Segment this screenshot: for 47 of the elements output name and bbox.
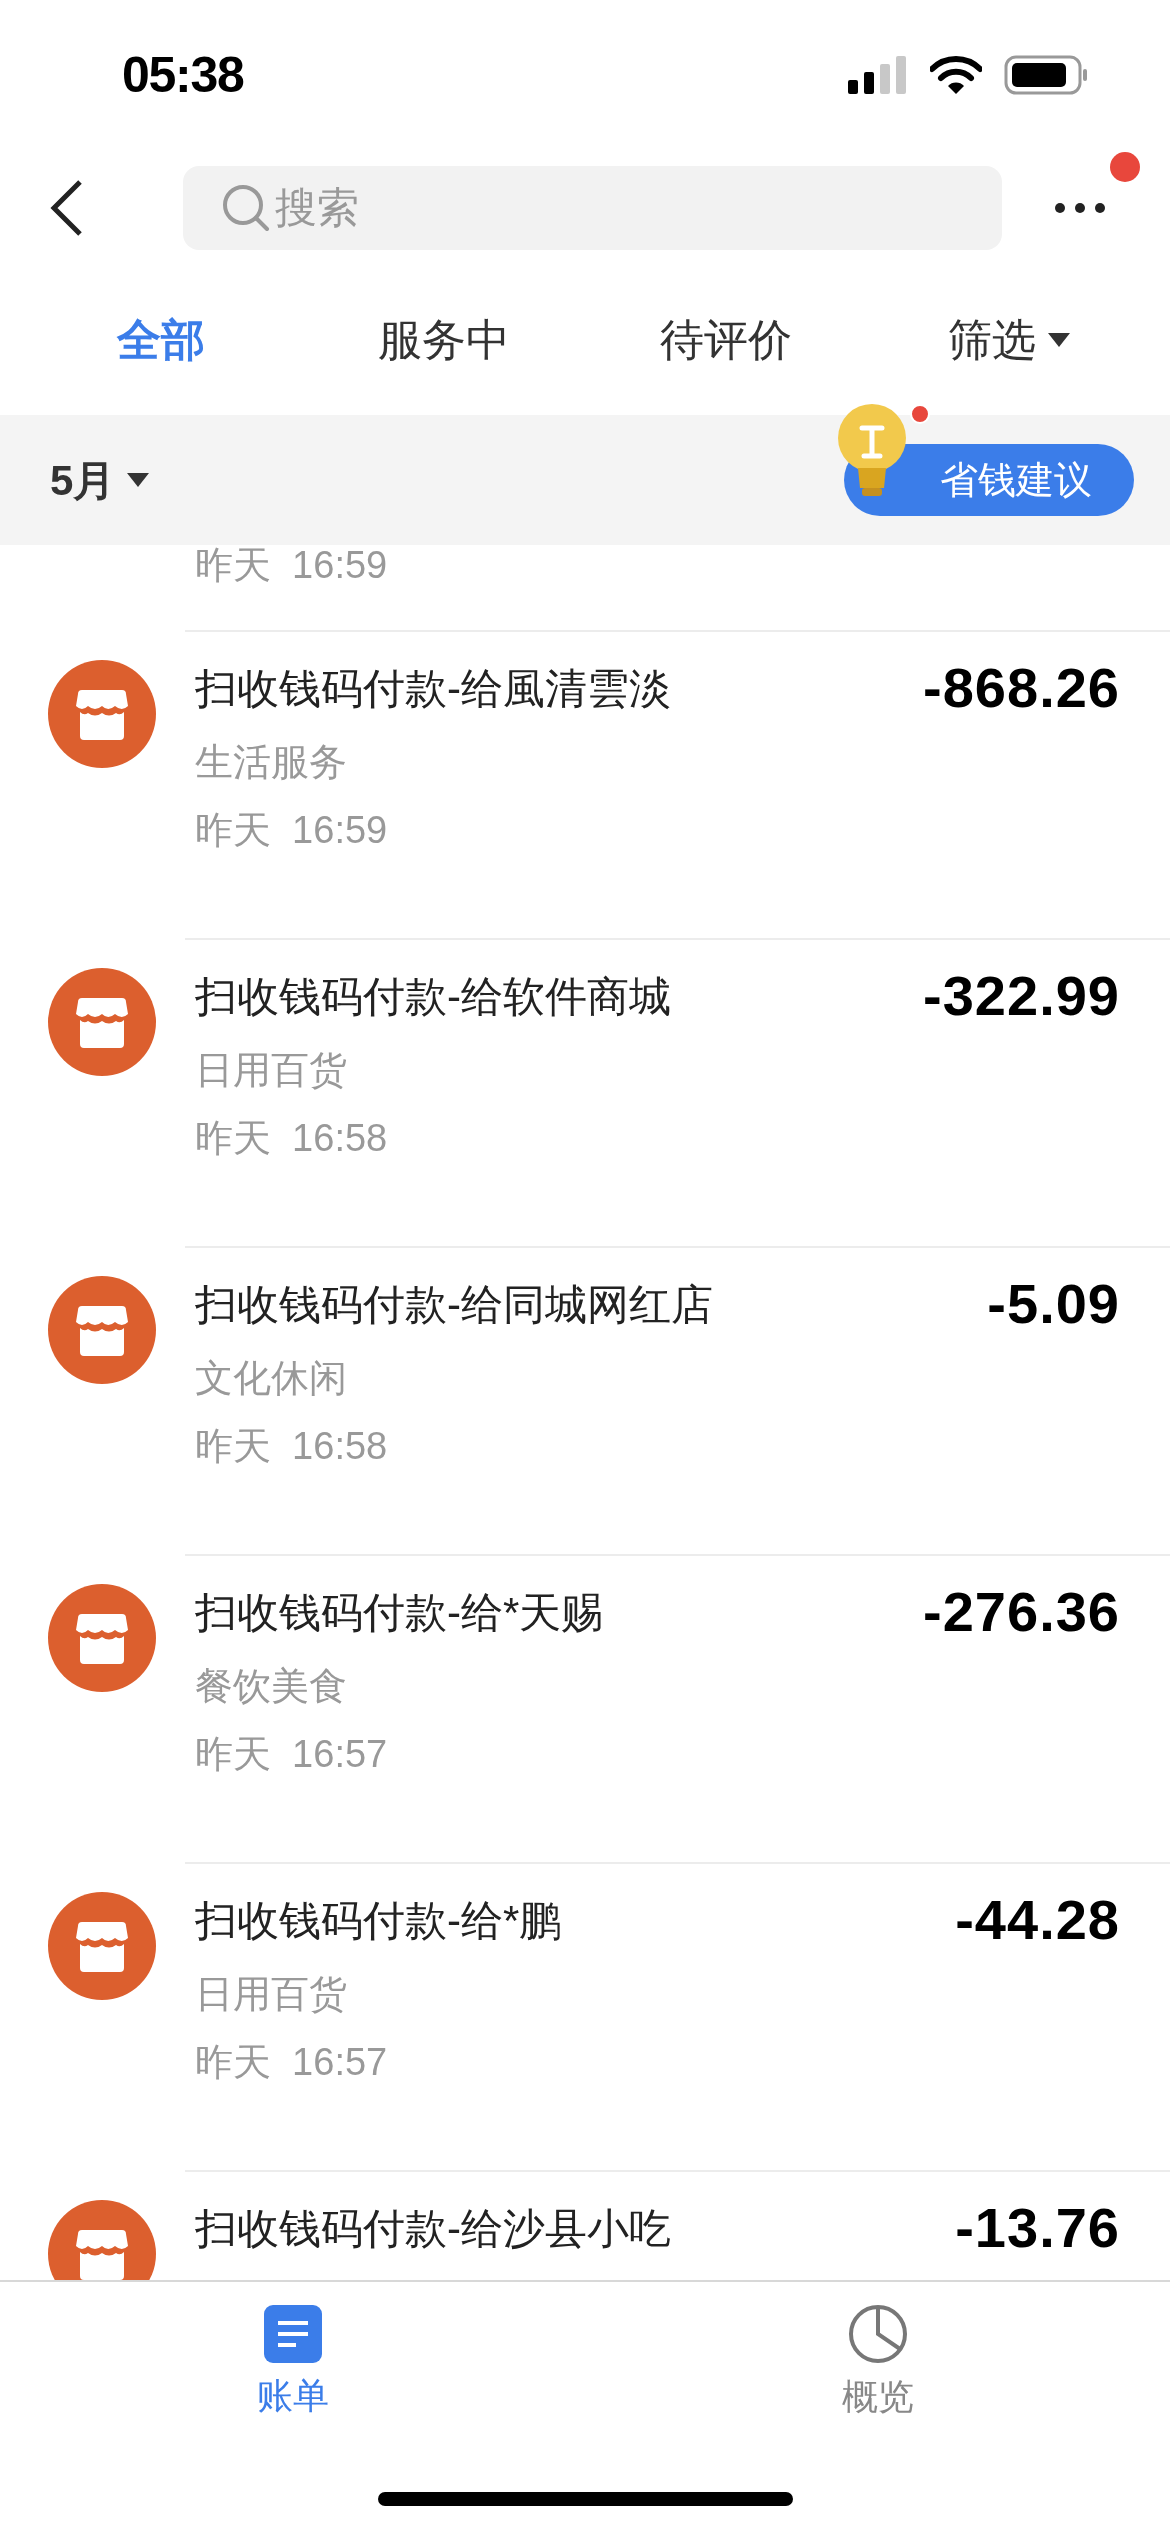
filter-dropdown[interactable]: 筛选	[867, 307, 1150, 373]
transaction-title: 扫收钱码付款-给*天赐	[195, 1587, 604, 1638]
transaction-category: 日用百货	[195, 1972, 347, 2017]
bottom-tab[interactable]: 概览	[585, 2282, 1170, 2432]
store-icon	[48, 1276, 156, 1384]
back-icon	[48, 177, 84, 238]
transaction-amount: -13.76	[955, 2195, 1120, 2261]
month-dropdown[interactable]: 5月	[50, 448, 150, 512]
transaction-amount: -868.26	[923, 655, 1120, 721]
savings-tips-button[interactable]: 省钱建议	[844, 444, 1134, 516]
store-icon	[48, 1892, 156, 2000]
bottom-tab[interactable]: 账单	[0, 2282, 585, 2432]
transaction-category: 餐饮美食	[195, 1664, 347, 1709]
store-icon	[48, 968, 156, 1076]
transaction-title: 扫收钱码付款-给風清雲淡	[195, 663, 671, 714]
transaction-time: 昨天 16:58	[195, 1424, 388, 1469]
caret-icon	[1047, 333, 1070, 347]
more-icon	[1054, 201, 1106, 214]
store-icon	[48, 1584, 156, 1692]
status-time: 05:38	[122, 45, 244, 105]
transaction-amount: -44.28	[955, 1887, 1120, 1953]
transaction-title: 扫收钱码付款-给沙县小吃	[195, 2203, 671, 2254]
search-field[interactable]: 搜索	[183, 165, 1002, 250]
transaction-time: 昨天 16:59	[195, 808, 388, 853]
transaction-category: 日用百货	[195, 1048, 347, 1093]
transaction-time: 昨天 16:57	[195, 1732, 388, 1777]
wifi-icon	[930, 56, 982, 94]
transaction-category: 文化休闲	[195, 1356, 347, 1401]
document-icon	[263, 2305, 322, 2363]
transaction-category: 生活服务	[195, 740, 347, 785]
transaction-time: 昨天 16:59	[195, 545, 388, 585]
filter-tab[interactable]: 全部	[20, 307, 303, 373]
pie-chart-icon	[847, 2304, 908, 2364]
transaction-amount: -322.99	[923, 963, 1120, 1029]
transaction-title: 扫收钱码付款-给同城网红店	[195, 1279, 713, 1330]
caret-icon	[127, 473, 150, 487]
transaction-time: 昨天 16:57	[195, 2040, 388, 2085]
transaction-title: 扫收钱码付款-给*鹏	[195, 1895, 562, 1946]
battery-icon	[1004, 55, 1088, 95]
store-icon	[48, 660, 156, 768]
transaction-time: 昨天 16:58	[195, 1116, 388, 1161]
transaction-amount: -5.09	[987, 1271, 1120, 1337]
filter-tab[interactable]: 待评价	[585, 307, 868, 373]
filter-tab[interactable]: 服务中	[302, 307, 585, 373]
transaction-amount: -276.36	[923, 1579, 1120, 1645]
signal-icon	[848, 56, 908, 94]
transaction-title: 扫收钱码付款-给软件商城	[195, 971, 671, 1022]
